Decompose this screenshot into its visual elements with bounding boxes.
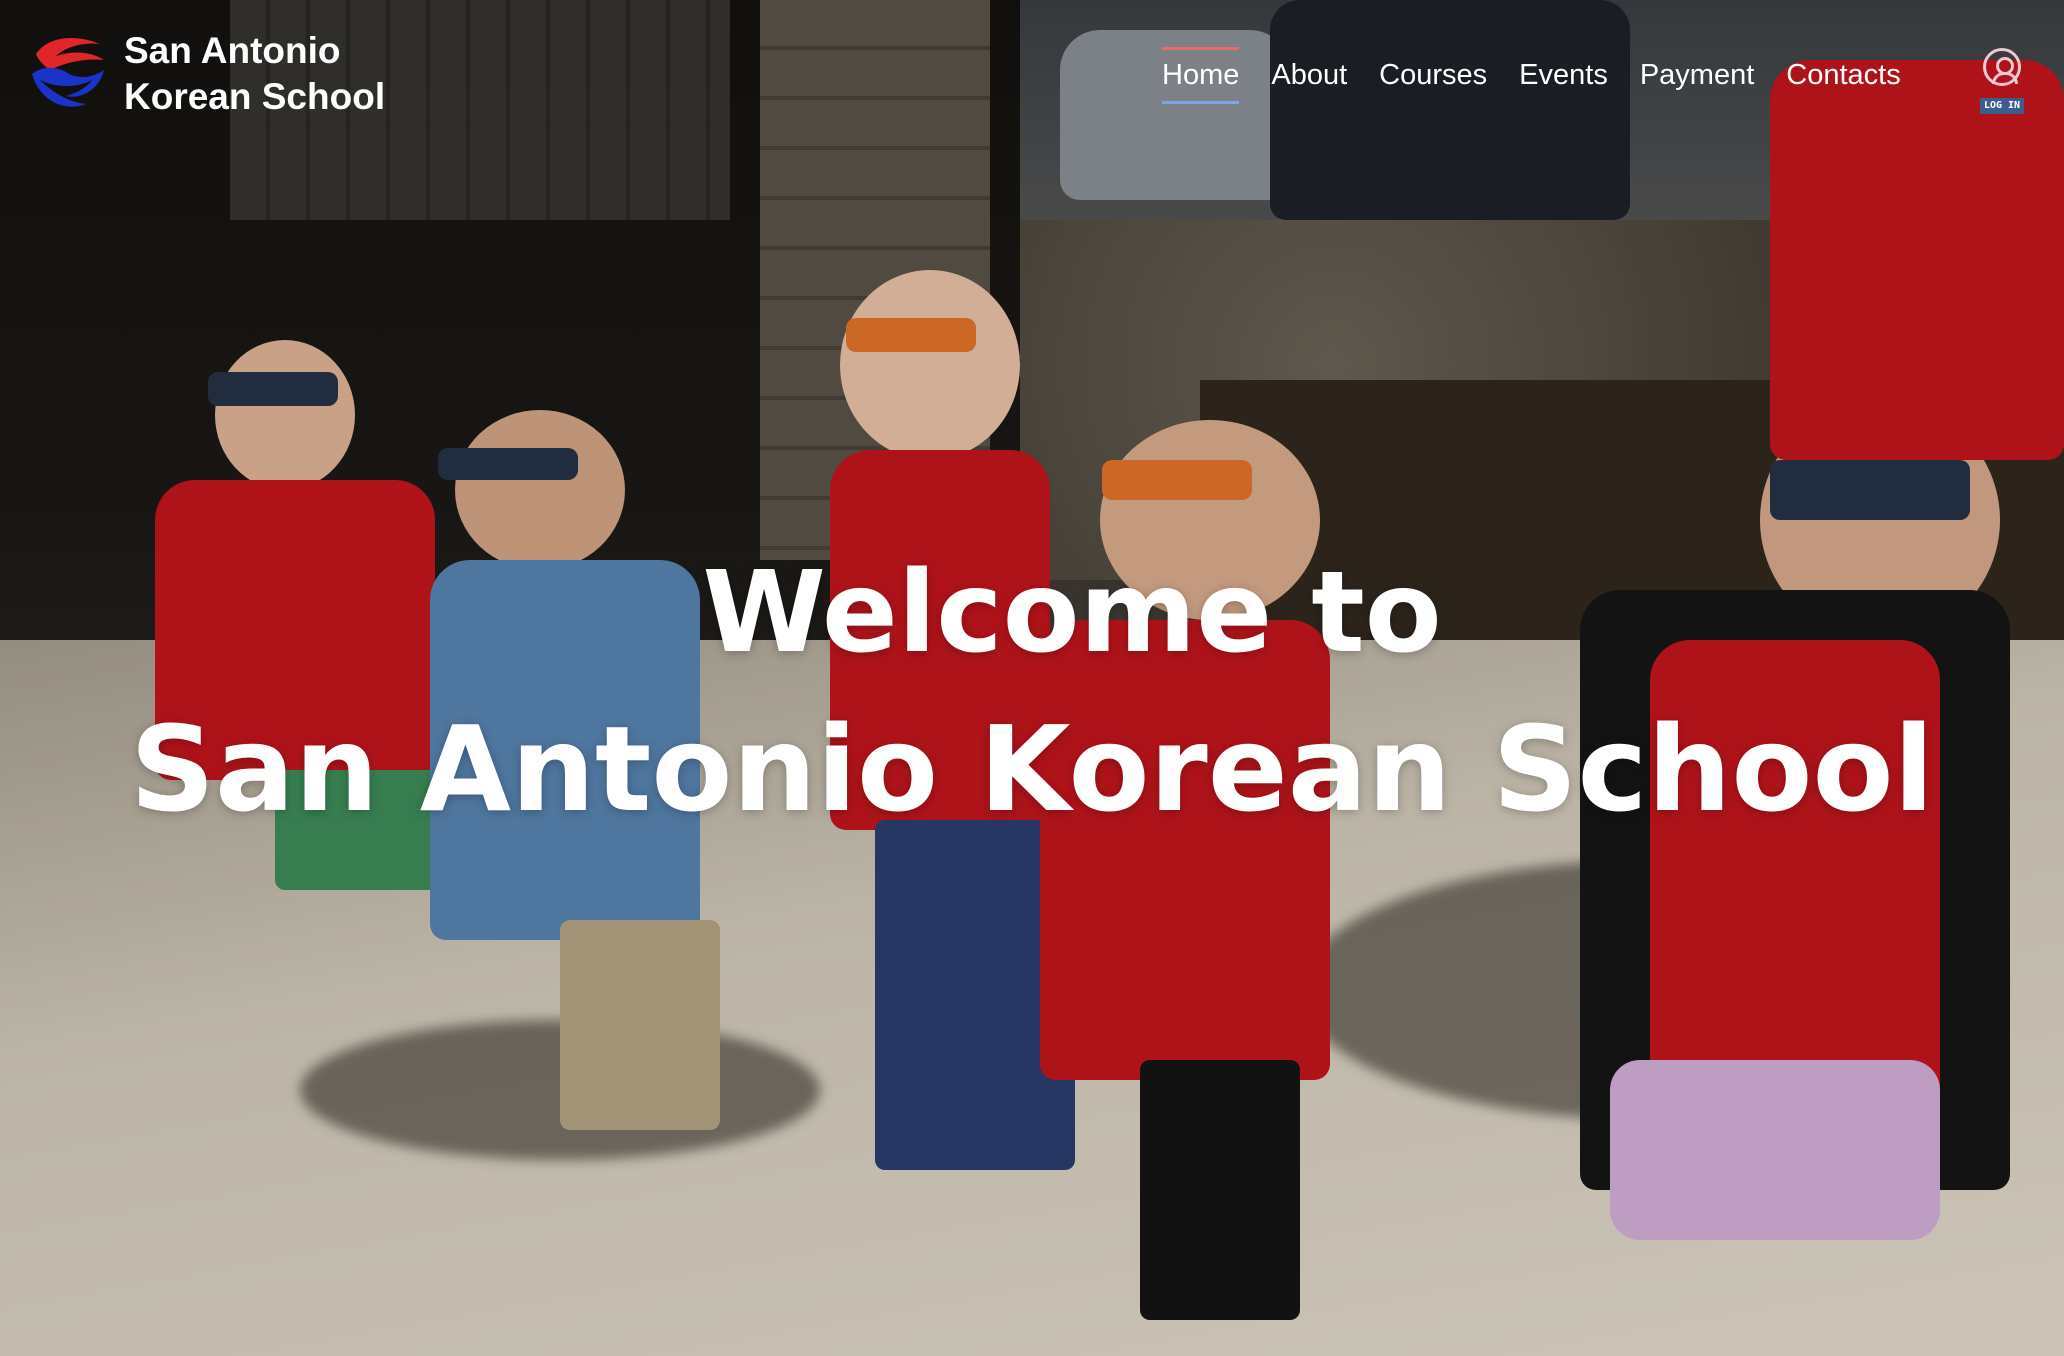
hero-dim-overlay: [0, 0, 2064, 1356]
hero-title-line1: Welcome to: [702, 548, 1442, 678]
hero-section: Welcome to San Antonio Korean School: [0, 0, 2064, 1356]
nav-item-home[interactable]: Home: [1162, 45, 1240, 106]
login-button[interactable]: LOG IN: [1978, 48, 2024, 120]
main-nav: Home About Courses Events Payment Contac…: [1162, 40, 1933, 110]
taegeuk-wave-logo-icon[interactable]: [26, 30, 112, 116]
nav-item-courses[interactable]: Courses: [1379, 45, 1487, 106]
user-circle-icon: [1983, 48, 2021, 86]
nav-item-about[interactable]: About: [1271, 45, 1347, 106]
nav-item-contacts[interactable]: Contacts: [1786, 45, 1900, 106]
brand-line2: Korean School: [124, 76, 386, 117]
site-brand-name[interactable]: San Antonio Korean School: [124, 28, 385, 120]
login-label: LOG IN: [1980, 98, 2024, 114]
nav-item-payment[interactable]: Payment: [1640, 45, 1754, 106]
site-header: San Antonio Korean School Home About Cou…: [0, 0, 2064, 140]
nav-item-events[interactable]: Events: [1519, 45, 1608, 106]
hero-title-line2: San Antonio Korean School: [130, 700, 1934, 838]
brand-line1: San Antonio: [124, 30, 341, 71]
